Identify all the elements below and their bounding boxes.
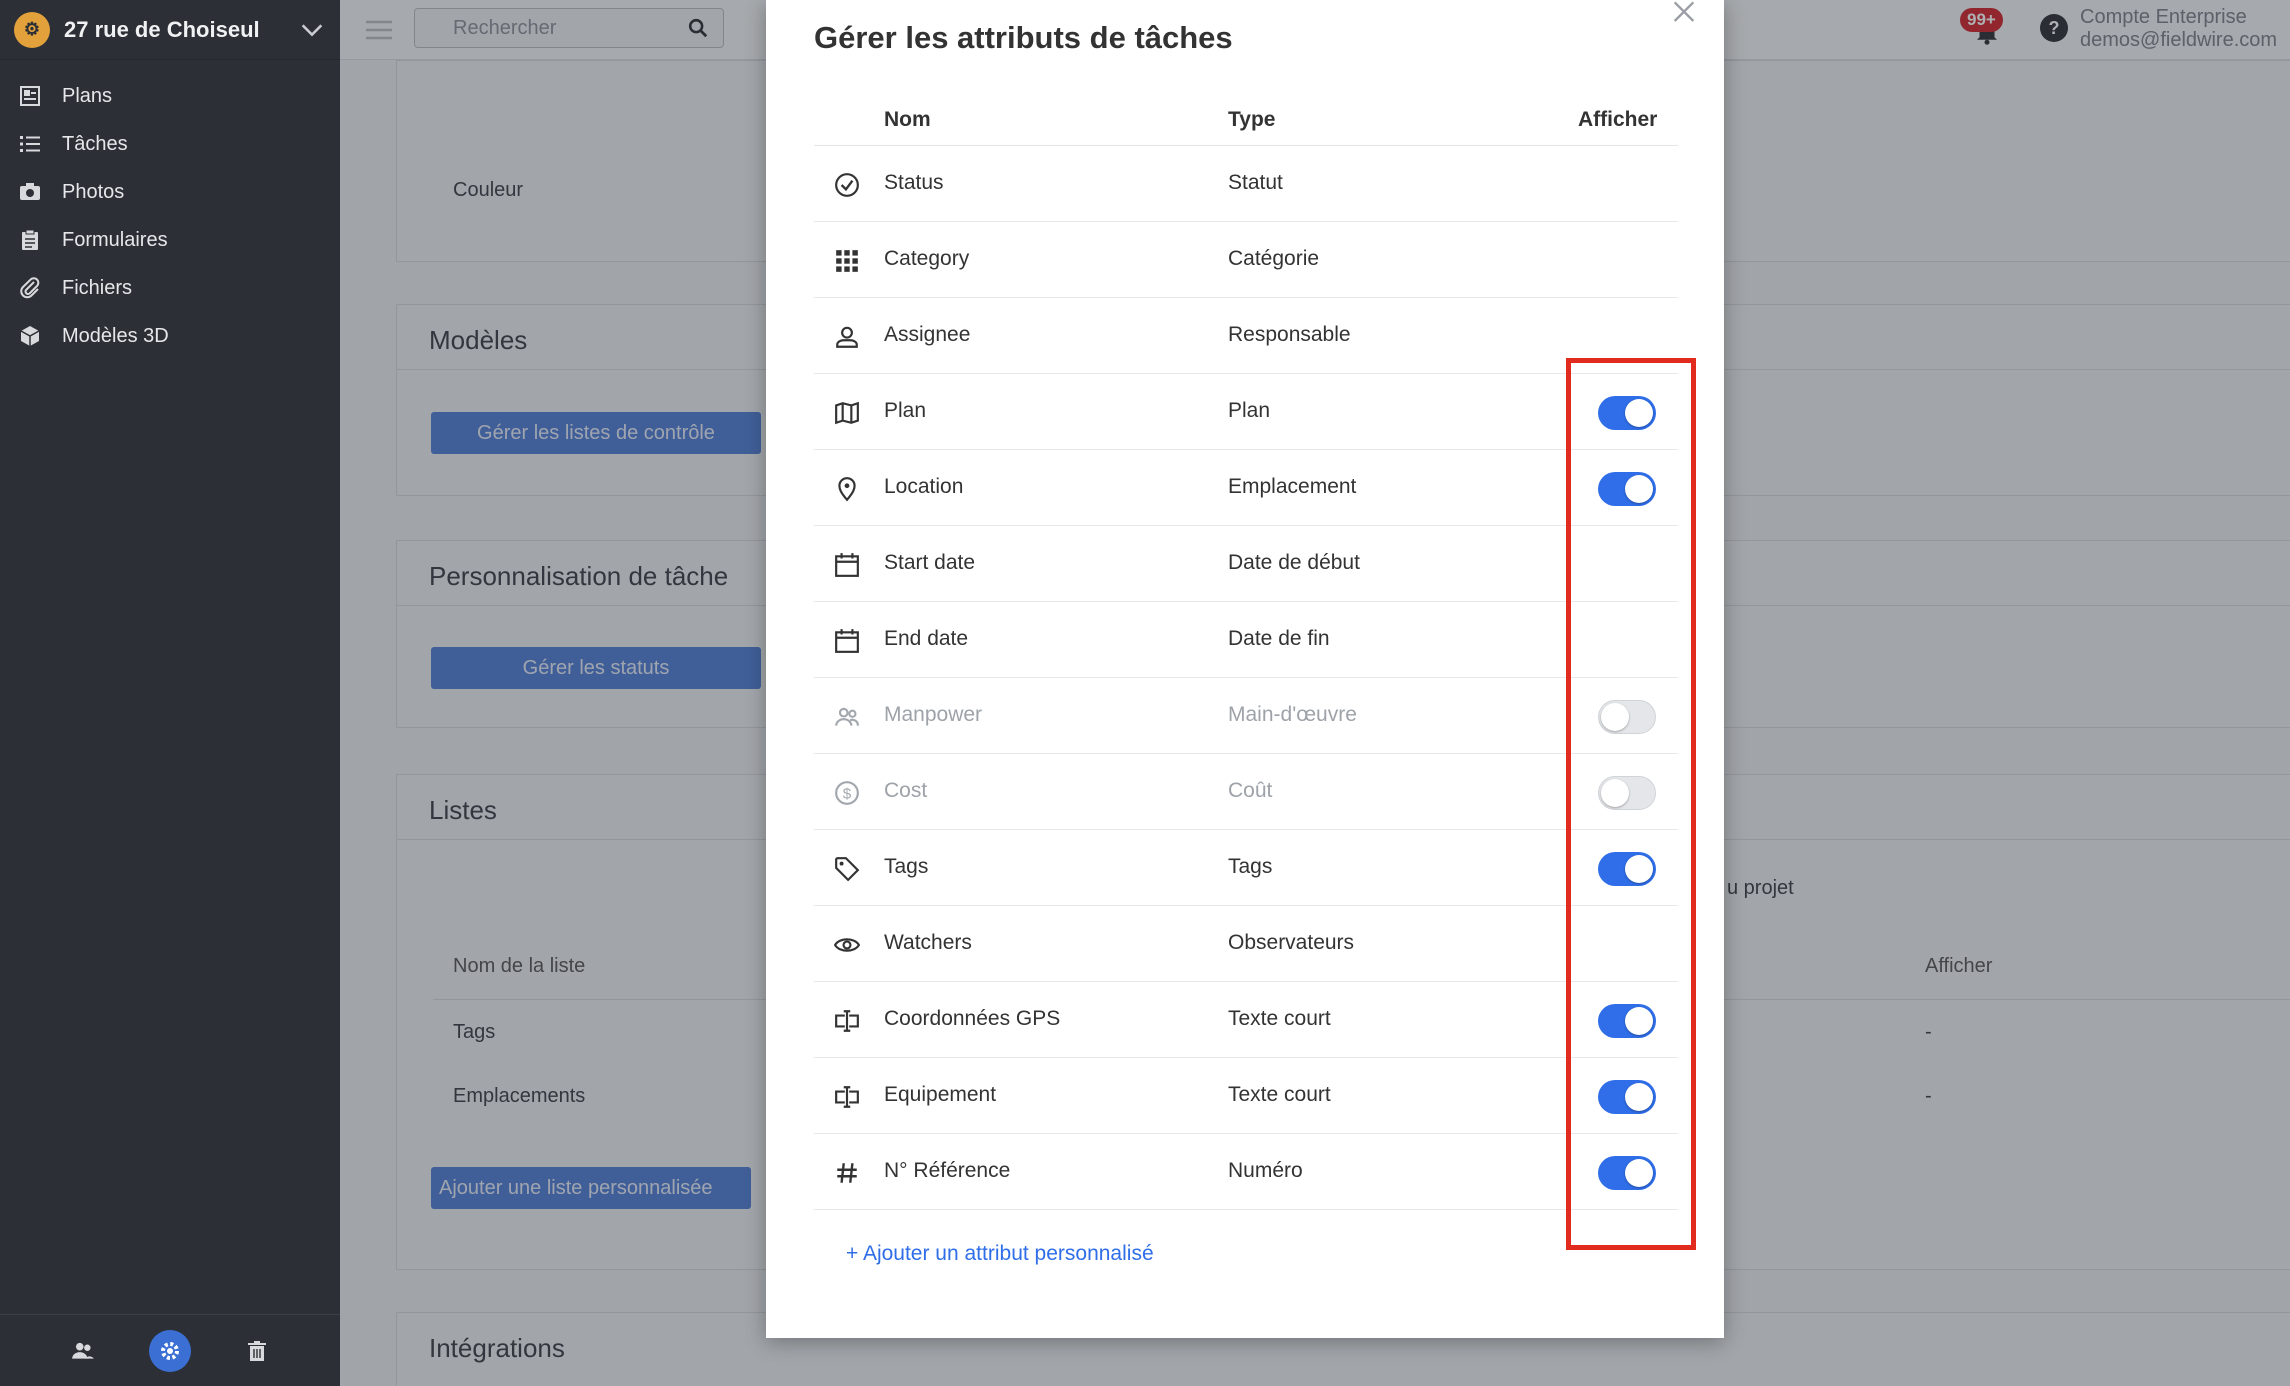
close-icon[interactable] bbox=[1670, 0, 1698, 28]
attribute-name: Plan bbox=[884, 399, 927, 422]
people-icon bbox=[835, 707, 859, 726]
attribute-type: Numéro bbox=[1228, 1159, 1303, 1182]
project-name: 27 rue de Choiseul bbox=[64, 16, 260, 42]
attribute-name: Assignee bbox=[884, 323, 971, 346]
project-selector[interactable]: ⚙ 27 rue de Choiseul bbox=[0, 0, 340, 60]
sidebar-item-plans[interactable]: Plans bbox=[0, 72, 340, 120]
sidebar-item-label: Photos bbox=[62, 180, 125, 203]
attribute-name: Category bbox=[884, 247, 970, 270]
attribute-type: Texte court bbox=[1228, 1083, 1331, 1106]
attribute-row-location: Location Emplacement bbox=[814, 450, 1678, 526]
hash-icon bbox=[837, 1163, 857, 1183]
sidebar-item-photos[interactable]: Photos bbox=[0, 168, 340, 216]
attribute-row-status: Status Statut bbox=[814, 146, 1678, 222]
attribute-type: Date de fin bbox=[1228, 627, 1330, 650]
text-field-icon bbox=[835, 1010, 859, 1032]
paperclip-icon bbox=[20, 277, 40, 299]
attribute-row-category: Category Catégorie bbox=[814, 222, 1678, 298]
calendar-icon bbox=[835, 553, 859, 577]
attribute-type: Responsable bbox=[1228, 323, 1351, 346]
sidebar-item-label: Fichiers bbox=[62, 276, 133, 299]
people-icon[interactable] bbox=[62, 1330, 104, 1372]
attribute-row-plan: Plan Plan bbox=[814, 374, 1678, 450]
sidebar-item-label: Modèles 3D bbox=[62, 324, 169, 347]
attribute-type: Tags bbox=[1228, 855, 1273, 878]
attribute-row-reference: N° Référence Numéro bbox=[814, 1134, 1678, 1210]
attribute-name: Start date bbox=[884, 551, 976, 574]
attribute-name: Status bbox=[884, 171, 944, 194]
modal-title: Gérer les attributs de tâches bbox=[814, 20, 1233, 55]
attribute-name: Manpower bbox=[884, 703, 983, 726]
sidebar-item-label: Tâches bbox=[62, 132, 128, 155]
attribute-name: N° Référence bbox=[884, 1159, 1011, 1182]
attribute-name: Equipement bbox=[884, 1083, 997, 1106]
attribute-type: Emplacement bbox=[1228, 475, 1357, 498]
attributes-table-header: Nom Type Afficher bbox=[814, 96, 1678, 146]
column-header-type: Type bbox=[1228, 108, 1276, 131]
eye-icon bbox=[834, 938, 860, 952]
attribute-row-manpower: Manpower Main-d'œuvre bbox=[814, 678, 1678, 754]
text-field-icon bbox=[835, 1086, 859, 1108]
plans-icon bbox=[20, 86, 40, 106]
calendar-icon bbox=[835, 629, 859, 653]
sidebar-footer bbox=[0, 1314, 340, 1386]
attribute-type: Observateurs bbox=[1228, 931, 1355, 954]
sidebar: ⚙ 27 rue de Choiseul Plans Tâches Photos… bbox=[0, 0, 340, 1386]
attribute-row-watchers: Watchers Observateurs bbox=[814, 906, 1678, 982]
column-header-name: Nom bbox=[884, 108, 931, 131]
clipboard-icon bbox=[22, 229, 38, 250]
attribute-type: Date de début bbox=[1228, 551, 1360, 574]
add-custom-attribute-link[interactable]: + Ajouter un attribut personnalisé bbox=[846, 1242, 1154, 1266]
check-circle-icon bbox=[835, 173, 859, 197]
attribute-name: Location bbox=[884, 475, 964, 498]
attribute-name: Coordonnées GPS bbox=[884, 1007, 1061, 1030]
sidebar-item-tasks[interactable]: Tâches bbox=[0, 120, 340, 168]
person-icon bbox=[836, 326, 858, 348]
sidebar-item-files[interactable]: Fichiers bbox=[0, 264, 340, 312]
camera-icon bbox=[20, 183, 40, 200]
sidebar-nav: Plans Tâches Photos Formulaires Fichiers… bbox=[0, 72, 340, 360]
attribute-type: Coût bbox=[1228, 779, 1273, 802]
cube-icon bbox=[20, 326, 40, 346]
attribute-type: Main-d'œuvre bbox=[1228, 703, 1357, 726]
attribute-type: Statut bbox=[1228, 171, 1283, 194]
attribute-type: Plan bbox=[1228, 399, 1271, 422]
sidebar-item-label: Plans bbox=[62, 84, 113, 107]
attribute-row-start-date: Start date Date de début bbox=[814, 526, 1678, 602]
attribute-row-equipment: Equipement Texte court bbox=[814, 1058, 1678, 1134]
attribute-name: End date bbox=[884, 627, 969, 650]
attribute-name: Watchers bbox=[884, 931, 972, 954]
attribute-type: Texte court bbox=[1228, 1007, 1331, 1030]
sidebar-item-label: Formulaires bbox=[62, 228, 168, 251]
attribute-row-cost: $ Cost Coût bbox=[814, 754, 1678, 830]
attribute-row-tags: Tags Tags bbox=[814, 830, 1678, 906]
chevron-down-icon[interactable] bbox=[298, 16, 326, 44]
highlight-box bbox=[1566, 358, 1696, 1250]
attribute-row-assignee: Assignee Responsable bbox=[814, 298, 1678, 374]
attribute-type: Catégorie bbox=[1228, 247, 1320, 270]
attribute-name: Cost bbox=[884, 779, 928, 802]
trash-icon[interactable] bbox=[236, 1330, 278, 1372]
pin-icon bbox=[838, 477, 856, 502]
column-header-show: Afficher bbox=[1578, 108, 1658, 131]
tasks-icon bbox=[20, 136, 40, 152]
project-logo: ⚙ bbox=[14, 11, 50, 48]
svg-text:$: $ bbox=[843, 785, 852, 802]
gear-icon[interactable] bbox=[148, 1329, 191, 1372]
map-icon bbox=[835, 401, 859, 425]
sidebar-item-forms[interactable]: Formulaires bbox=[0, 216, 340, 264]
attribute-row-gps: Coordonnées GPS Texte court bbox=[814, 982, 1678, 1058]
dollar-circle-icon: $ bbox=[835, 781, 859, 805]
attribute-row-end-date: End date Date de fin bbox=[814, 602, 1678, 678]
grid-icon bbox=[836, 250, 858, 272]
attribute-name: Tags bbox=[884, 855, 929, 878]
tag-icon bbox=[835, 857, 860, 882]
sidebar-item-3d-models[interactable]: Modèles 3D bbox=[0, 312, 340, 360]
